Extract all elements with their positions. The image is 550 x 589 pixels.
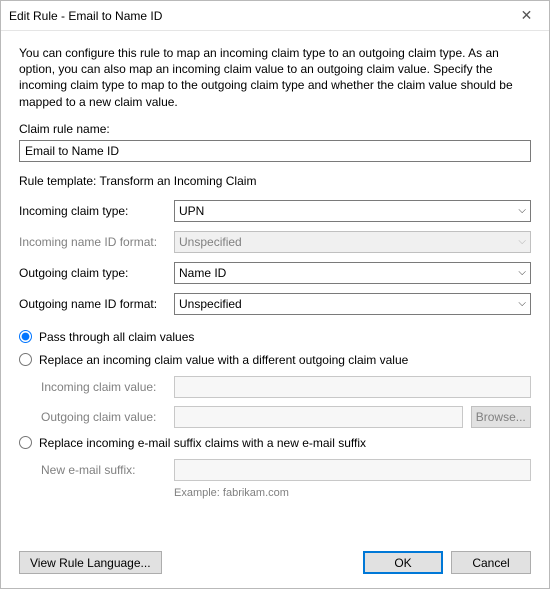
incoming-claim-value-input: [174, 376, 531, 398]
example-text: Example: fabrikam.com: [174, 487, 531, 499]
view-rule-language-button[interactable]: View Rule Language...: [19, 551, 162, 574]
new-email-suffix-input: [174, 459, 531, 481]
chevron-down-icon: ⌵: [518, 298, 526, 309]
incoming-claim-type-select[interactable]: UPN ⌵: [174, 200, 531, 222]
ok-button[interactable]: OK: [363, 551, 443, 574]
incoming-name-id-format-label: Incoming name ID format:: [19, 235, 174, 249]
cancel-button[interactable]: Cancel: [451, 551, 531, 574]
radio-replace-value[interactable]: [19, 353, 32, 366]
radio-pass-through-label: Pass through all claim values: [39, 330, 194, 344]
outgoing-claim-value-input: [174, 406, 463, 428]
titlebar: Edit Rule - Email to Name ID ✕: [1, 1, 549, 31]
dialog-body: You can configure this rule to map an in…: [1, 31, 549, 588]
incoming-name-id-format-select: Unspecified ⌵: [174, 231, 531, 253]
close-icon: ✕: [521, 7, 533, 24]
rule-template-text: Rule template: Transform an Incoming Cla…: [19, 174, 531, 188]
radio-pass-through[interactable]: [19, 330, 32, 343]
outgoing-name-id-format-select[interactable]: Unspecified ⌵: [174, 293, 531, 315]
window-title: Edit Rule - Email to Name ID: [9, 9, 162, 23]
close-button[interactable]: ✕: [504, 2, 549, 30]
outgoing-claim-value-label: Outgoing claim value:: [41, 410, 174, 424]
browse-button: Browse...: [471, 406, 532, 428]
chevron-down-icon: ⌵: [518, 236, 526, 247]
outgoing-name-id-format-label: Outgoing name ID format:: [19, 297, 174, 311]
radio-replace-value-label: Replace an incoming claim value with a d…: [39, 353, 408, 367]
footer: View Rule Language... OK Cancel: [19, 551, 531, 574]
claim-rule-name-label: Claim rule name:: [19, 122, 531, 136]
radio-replace-suffix-label: Replace incoming e-mail suffix claims wi…: [39, 436, 366, 450]
claim-rule-name-input[interactable]: [19, 140, 531, 162]
incoming-claim-type-label: Incoming claim type:: [19, 204, 174, 218]
edit-rule-dialog: Edit Rule - Email to Name ID ✕ You can c…: [0, 0, 550, 589]
new-email-suffix-label: New e-mail suffix:: [41, 463, 174, 477]
chevron-down-icon: ⌵: [518, 267, 526, 278]
chevron-down-icon: ⌵: [518, 205, 526, 216]
outgoing-claim-type-label: Outgoing claim type:: [19, 266, 174, 280]
outgoing-claim-type-select[interactable]: Name ID ⌵: [174, 262, 531, 284]
incoming-claim-value-label: Incoming claim value:: [41, 380, 174, 394]
radio-replace-suffix[interactable]: [19, 436, 32, 449]
description-text: You can configure this rule to map an in…: [19, 45, 531, 110]
